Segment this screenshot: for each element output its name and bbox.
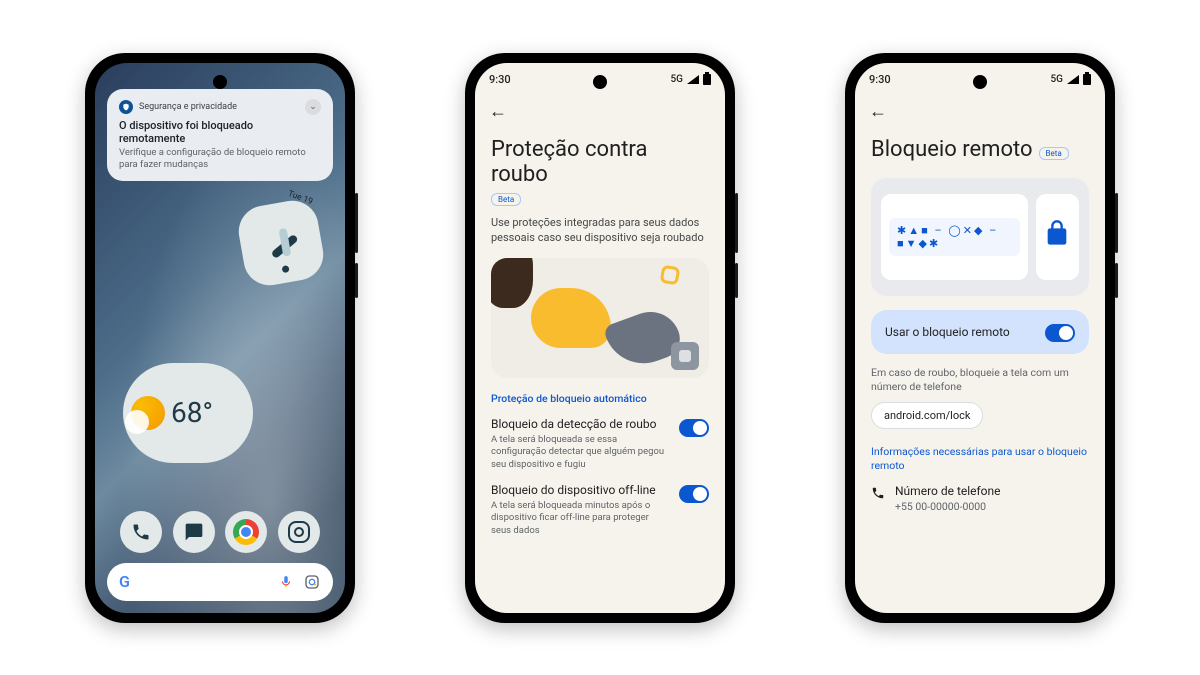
notification-title: O dispositivo foi bloqueado remotamente bbox=[119, 119, 321, 145]
phone-theft-protection: 9:30 5G ← Proteção contra roubo Beta Use… bbox=[465, 53, 735, 623]
camera-icon bbox=[288, 521, 310, 543]
phone-number-row[interactable]: Número de telefone +55 00-00000-0000 bbox=[871, 484, 1089, 513]
passcode-symbols: ✱▲■ – ◯✕◆ – ■▼◆✱ bbox=[889, 218, 1020, 256]
setting-theft-detection[interactable]: Bloqueio da detecção de roubo A tela ser… bbox=[491, 417, 709, 471]
use-remote-lock-row[interactable]: Usar o bloqueio remoto bbox=[871, 310, 1089, 354]
google-logo-icon: G bbox=[119, 572, 130, 591]
page-body: Bloqueio remoto Beta ✱▲■ – ◯✕◆ – ■▼◆✱ Us… bbox=[871, 137, 1089, 613]
beta-badge: Beta bbox=[1039, 147, 1069, 160]
signal-icon bbox=[687, 75, 699, 84]
chrome-icon bbox=[233, 519, 259, 545]
time-label: 9:30 bbox=[489, 73, 511, 86]
mic-icon[interactable] bbox=[277, 573, 295, 591]
setting-title: Bloqueio do dispositivo off-line bbox=[491, 483, 671, 497]
time-label: 9:30 bbox=[869, 73, 891, 86]
lock-icon bbox=[1043, 219, 1071, 254]
status-icons: 5G bbox=[671, 74, 712, 85]
setting-title: Bloqueio da detecção de roubo bbox=[491, 417, 671, 431]
back-button[interactable]: ← bbox=[489, 101, 507, 122]
side-button bbox=[735, 263, 738, 298]
temperature-label: 68° bbox=[171, 396, 213, 429]
side-button bbox=[355, 263, 358, 298]
chrome-app-icon[interactable] bbox=[225, 511, 267, 553]
theft-illustration bbox=[491, 258, 709, 378]
phone-icon bbox=[871, 486, 885, 504]
setting-offline-lock[interactable]: Bloqueio do dispositivo off-line A tela … bbox=[491, 483, 709, 537]
side-button bbox=[735, 193, 738, 253]
front-camera bbox=[213, 75, 227, 89]
lens-icon[interactable] bbox=[303, 573, 321, 591]
front-camera bbox=[593, 75, 607, 89]
lock-illustration-card: ✱▲■ – ◯✕◆ – ■▼◆✱ bbox=[871, 178, 1089, 296]
signal-icon bbox=[1067, 75, 1079, 84]
phone-home: Segurança e privacidade ⌄ O dispositivo … bbox=[85, 53, 355, 623]
notification-card[interactable]: Segurança e privacidade ⌄ O dispositivo … bbox=[107, 89, 333, 182]
setting-desc: A tela será bloqueada minutos após o dis… bbox=[491, 500, 671, 537]
messages-app-icon[interactable] bbox=[173, 511, 215, 553]
battery-icon bbox=[703, 74, 711, 85]
phone-number-value: +55 00-00000-0000 bbox=[895, 500, 1001, 513]
remote-lock-screen: 9:30 5G ← Bloqueio remoto Beta ✱▲■ – ◯✕◆… bbox=[855, 63, 1105, 613]
home-screen: Segurança e privacidade ⌄ O dispositivo … bbox=[95, 63, 345, 613]
network-label: 5G bbox=[671, 74, 684, 85]
toggle-remote-lock[interactable] bbox=[1045, 324, 1075, 342]
lock-card bbox=[1036, 194, 1080, 280]
page-title: Proteção contra roubo bbox=[491, 137, 709, 188]
page-body: Proteção contra roubo Beta Use proteções… bbox=[491, 137, 709, 613]
camera-app-icon[interactable] bbox=[278, 511, 320, 553]
use-remote-lock-label: Usar o bloqueio remoto bbox=[885, 325, 1010, 339]
page-subtitle: Use proteções integradas para seus dados… bbox=[491, 216, 709, 246]
toggle-theft-detection[interactable] bbox=[679, 419, 709, 437]
side-button bbox=[1115, 193, 1118, 253]
weather-widget[interactable]: 68° bbox=[123, 363, 253, 463]
phone-remote-lock: 9:30 5G ← Bloqueio remoto Beta ✱▲■ – ◯✕◆… bbox=[845, 53, 1115, 623]
battery-icon bbox=[1083, 74, 1091, 85]
section-label: Proteção de bloqueio automático bbox=[491, 392, 709, 405]
help-text: Em caso de roubo, bloqueie a tela com um… bbox=[871, 366, 1089, 394]
setting-desc: A tela será bloqueada se essa configuraç… bbox=[491, 434, 671, 471]
phone-number-label: Número de telefone bbox=[895, 484, 1001, 498]
side-button bbox=[355, 193, 358, 253]
clock-dot bbox=[282, 265, 290, 273]
app-dock bbox=[95, 511, 345, 553]
page-title: Bloqueio remoto bbox=[871, 137, 1033, 162]
notification-subtitle: Verifique a configuração de bloqueio rem… bbox=[119, 147, 321, 172]
beta-badge: Beta bbox=[491, 193, 521, 206]
search-bar[interactable]: G bbox=[107, 563, 333, 601]
back-button[interactable]: ← bbox=[869, 101, 887, 122]
url-pill[interactable]: android.com/lock bbox=[871, 402, 983, 429]
phone-app-icon[interactable] bbox=[120, 511, 162, 553]
shield-icon bbox=[119, 100, 133, 114]
notification-category: Segurança e privacidade bbox=[139, 102, 299, 112]
notification-header: Segurança e privacidade ⌄ bbox=[119, 99, 321, 115]
info-section-label: Informações necessárias para usar o bloq… bbox=[871, 445, 1089, 472]
toggle-offline-lock[interactable] bbox=[679, 485, 709, 503]
side-button bbox=[1115, 263, 1118, 298]
network-label: 5G bbox=[1051, 74, 1064, 85]
clock-widget[interactable]: Tue 19 bbox=[235, 196, 328, 289]
sun-icon bbox=[131, 396, 165, 430]
passcode-card: ✱▲■ – ◯✕◆ – ■▼◆✱ bbox=[881, 194, 1028, 280]
date-label: Tue 19 bbox=[287, 188, 314, 206]
chevron-down-icon[interactable]: ⌄ bbox=[305, 99, 321, 115]
status-icons: 5G bbox=[1051, 74, 1092, 85]
front-camera bbox=[973, 75, 987, 89]
lock-icon bbox=[679, 350, 691, 362]
theft-protection-screen: 9:30 5G ← Proteção contra roubo Beta Use… bbox=[475, 63, 725, 613]
